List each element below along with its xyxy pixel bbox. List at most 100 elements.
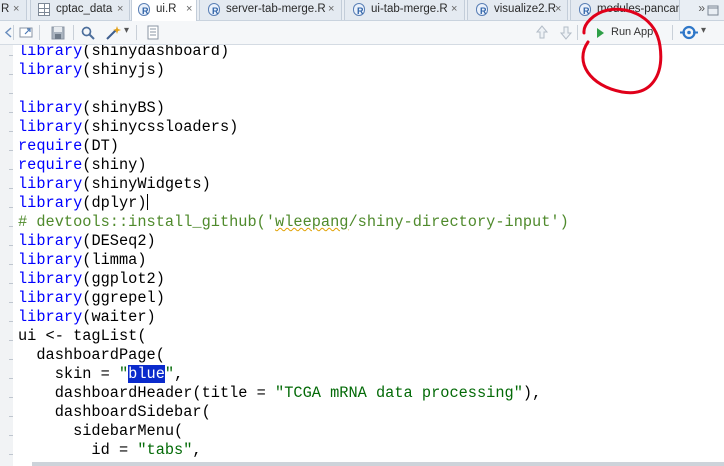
toolbar-separator xyxy=(39,25,40,40)
code-token: library xyxy=(18,289,83,307)
code-line[interactable]: dashboardPage( xyxy=(18,346,165,365)
code-token: (shinyBS) xyxy=(82,99,165,117)
code-token: (waiter) xyxy=(82,308,156,326)
tab-label: cptac_data xyxy=(56,3,113,15)
gutter-tick xyxy=(9,207,13,208)
code-token: dashboardSidebar( xyxy=(18,403,211,421)
code-token: /shiny-directory-input') xyxy=(348,213,569,231)
code-line[interactable]: dashboardSidebar( xyxy=(18,403,211,422)
tab-label: ui-tab-merge.R xyxy=(371,3,448,15)
tab-cptac-data[interactable]: cptac_data × xyxy=(30,0,130,20)
data-grid-icon xyxy=(38,3,50,16)
code-line[interactable]: dashboardHeader(title = "TCGA mRNA data … xyxy=(18,384,542,403)
minimize-pane-icon[interactable] xyxy=(707,5,719,16)
editor-toolbar: ▾ Run App ▾ xyxy=(0,21,724,45)
code-line[interactable]: library(shinydashboard) xyxy=(18,45,229,61)
code-tools-wand-icon[interactable] xyxy=(105,24,121,41)
run-app-label: Run App xyxy=(611,26,654,38)
code-token: , xyxy=(192,441,202,459)
code-line[interactable]: sidebarMenu( xyxy=(18,422,183,441)
gutter-tick xyxy=(9,340,13,341)
code-token: library xyxy=(18,61,83,79)
close-icon[interactable]: × xyxy=(555,0,561,19)
code-line[interactable]: library(DESeq2) xyxy=(18,232,156,251)
gutter-tick xyxy=(9,131,13,132)
gutter-tick xyxy=(9,435,13,436)
code-line[interactable]: require(shiny) xyxy=(18,156,147,175)
code-line[interactable]: library(limma) xyxy=(18,251,147,270)
code-editor[interactable]: library(shinydashboard) library(shinyjs) l… xyxy=(0,45,724,466)
code-line[interactable]: skin = "blue", xyxy=(18,365,183,384)
gutter-tick xyxy=(9,245,13,246)
gutter-tick xyxy=(9,169,13,170)
code-line[interactable]: library(shinyjs) xyxy=(18,61,165,80)
toolbar-separator xyxy=(136,25,137,40)
chevron-down-icon[interactable]: ▾ xyxy=(124,25,129,42)
tab-visualize2[interactable]: visualize2.R × xyxy=(467,0,568,20)
chevron-down-icon[interactable]: ▾ xyxy=(701,25,706,42)
close-icon[interactable]: × xyxy=(451,0,457,19)
gutter-tick xyxy=(9,188,13,189)
tab-ui-tab-merge[interactable]: ui-tab-merge.R × xyxy=(344,0,465,20)
code-token: (shinyjs) xyxy=(82,61,165,79)
tab-ui-r[interactable]: ui.R × xyxy=(131,0,197,21)
down-arrow-icon[interactable] xyxy=(559,24,573,41)
save-icon[interactable] xyxy=(50,24,66,41)
code-token: wleepang xyxy=(275,213,349,231)
code-line[interactable]: id = "tabs", xyxy=(18,441,202,460)
code-line[interactable]: library(waiter) xyxy=(18,308,156,327)
code-token: "tabs" xyxy=(137,441,193,459)
code-line[interactable]: library(ggrepel) xyxy=(18,289,165,308)
code-token: library xyxy=(18,270,83,288)
gutter-tick xyxy=(9,378,13,379)
tab-label: visualize2.R xyxy=(494,3,556,15)
code-token: library xyxy=(18,194,83,212)
gutter-tick xyxy=(9,397,13,398)
code-token: # devtools::install_github(' xyxy=(18,213,276,231)
tabs-overflow-chevron-icon[interactable]: » xyxy=(698,1,704,15)
close-icon[interactable]: × xyxy=(328,0,334,19)
r-file-icon xyxy=(138,2,150,21)
code-token: library xyxy=(18,45,83,60)
code-token: (shinyWidgets) xyxy=(82,175,211,193)
code-line[interactable]: library(shinyBS) xyxy=(18,99,165,118)
horizontal-scrollbar[interactable] xyxy=(32,462,724,466)
code-line[interactable]: # devtools::install_github('wleepang/shi… xyxy=(18,213,569,232)
up-arrow-icon[interactable] xyxy=(535,24,549,41)
back-arrow-icon[interactable] xyxy=(3,24,13,41)
code-line[interactable]: library(shinyWidgets) xyxy=(18,175,211,194)
code-token: library xyxy=(18,175,83,193)
publish-icon[interactable] xyxy=(679,24,699,41)
code-line[interactable]: ui <- tagList( xyxy=(18,327,147,346)
search-icon[interactable] xyxy=(80,24,96,41)
gutter-tick xyxy=(9,454,13,455)
r-file-icon xyxy=(476,2,488,20)
close-icon[interactable]: × xyxy=(186,0,192,19)
code-token: " xyxy=(118,365,129,383)
tab-label: ui.R xyxy=(156,3,177,15)
gutter-tick xyxy=(9,55,13,56)
run-app-button[interactable]: Run App xyxy=(585,23,668,42)
toolbar-separator xyxy=(577,25,578,40)
code-line[interactable]: require(DT) xyxy=(18,137,119,156)
toolbar-separator xyxy=(73,25,74,40)
tab-label: R xyxy=(1,3,10,15)
tab-modules-pancan[interactable]: modules-pancan xyxy=(570,0,680,20)
gutter-tick xyxy=(9,359,13,360)
tab-r[interactable]: R × xyxy=(0,0,27,20)
close-icon[interactable]: × xyxy=(117,0,123,19)
code-line[interactable]: library(dplyr) xyxy=(18,194,148,213)
toolbar-separator xyxy=(672,25,673,40)
code-line[interactable]: library(shinycssloaders) xyxy=(18,118,238,137)
code-line[interactable]: library(ggplot2) xyxy=(18,270,165,289)
show-in-window-icon[interactable] xyxy=(17,24,35,41)
code-token: library xyxy=(18,251,83,269)
close-icon[interactable]: × xyxy=(13,0,19,19)
gutter-tick xyxy=(9,302,13,303)
gutter-tick xyxy=(9,74,13,75)
code-token: (shiny) xyxy=(82,156,147,174)
document-outline-icon[interactable] xyxy=(145,24,161,41)
code-token: , xyxy=(174,365,184,383)
code-token: sidebarMenu( xyxy=(18,422,184,440)
tab-server-tab-merge[interactable]: server-tab-merge.R × xyxy=(199,0,342,20)
